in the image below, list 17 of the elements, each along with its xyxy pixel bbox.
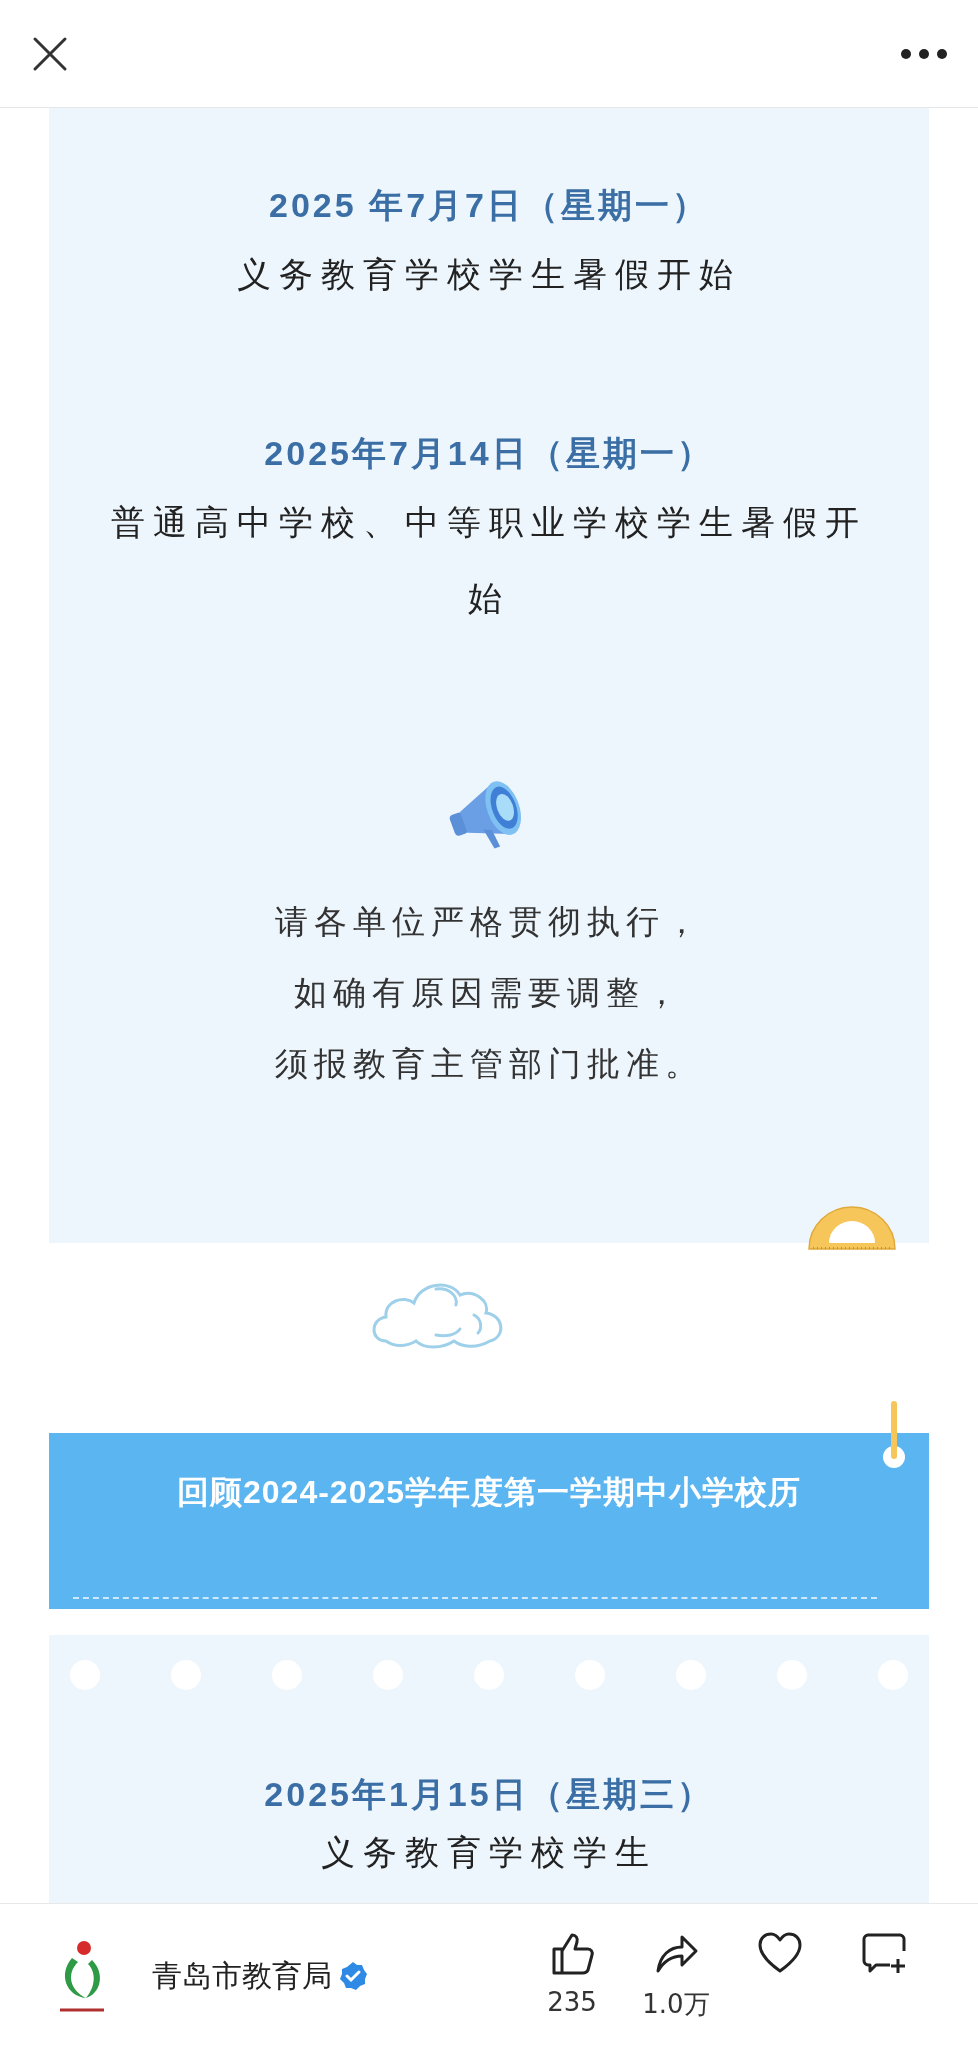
more-icon[interactable] [900,46,948,61]
count-label: 1.0万 [642,1988,710,2021]
schedule-text: 义务教育学校学生 [321,1831,657,1874]
pin-icon [881,1399,907,1471]
author-name: 青岛市教育局 [152,1956,332,1995]
protractor-icon [807,1205,897,1251]
schedule-text: 义务教育学校学生暑假开始 [237,253,741,296]
notice-text: 如确有原因需要调整， [294,972,684,1014]
count-label: 235 [547,1987,597,2017]
banner-title: 回顾2024-2025学年度第一学期中小学校历 [177,1473,801,1512]
close-icon[interactable] [32,35,68,72]
date-heading: 2025年7月14日（星期一） [264,433,714,474]
date-heading: 2025 年7月7日（星期一） [269,185,709,226]
notice-text: 须报教育主管部门批准。 [274,1043,704,1085]
schedule-text: 普通高中学校、中等职业学校学生暑假开始 [110,501,868,620]
notice-text: 请各单位严格贯彻执行， [274,901,704,943]
date-heading: 2025年1月15日（星期三） [264,1774,714,1815]
